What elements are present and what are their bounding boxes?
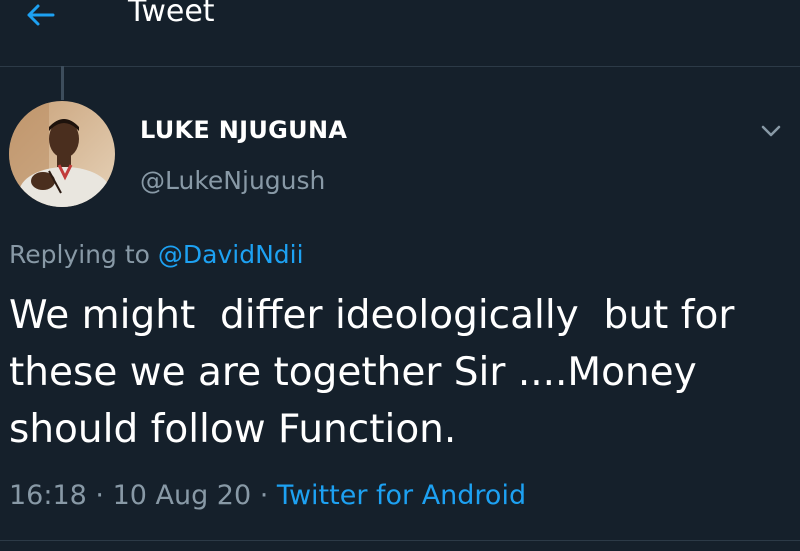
author-handle[interactable]: @LukeNjugush [140,166,325,195]
meta-separator: · [86,480,113,511]
thread-connector-line [61,66,64,100]
top-bar: Tweet [0,0,800,67]
tweet-source-link[interactable]: Twitter for Android [277,480,526,511]
meta-separator-2: · [251,480,277,511]
user-avatar-image [9,101,115,207]
back-button[interactable] [18,0,62,30]
page-title: Tweet [128,0,215,29]
tweet-date: 10 Aug 20 [112,480,252,511]
author-display-name[interactable]: LUKE NJUGUNA [140,116,347,144]
replying-prefix: Replying to [9,240,158,269]
tweet-metadata: 16:18 · 10 Aug 20 · Twitter for Android [9,480,526,511]
avatar[interactable] [9,101,115,207]
divider [0,540,800,541]
back-arrow-icon [27,4,55,26]
tweet-body: We might differ ideologically but for th… [9,293,747,452]
tweet-time: 16:18 [9,480,87,511]
replying-to-line: Replying to @DavidNdii [9,240,304,269]
chevron-down-icon [761,125,781,137]
reply-mention-link[interactable]: @DavidNdii [158,240,304,269]
more-options-button[interactable] [756,116,786,146]
